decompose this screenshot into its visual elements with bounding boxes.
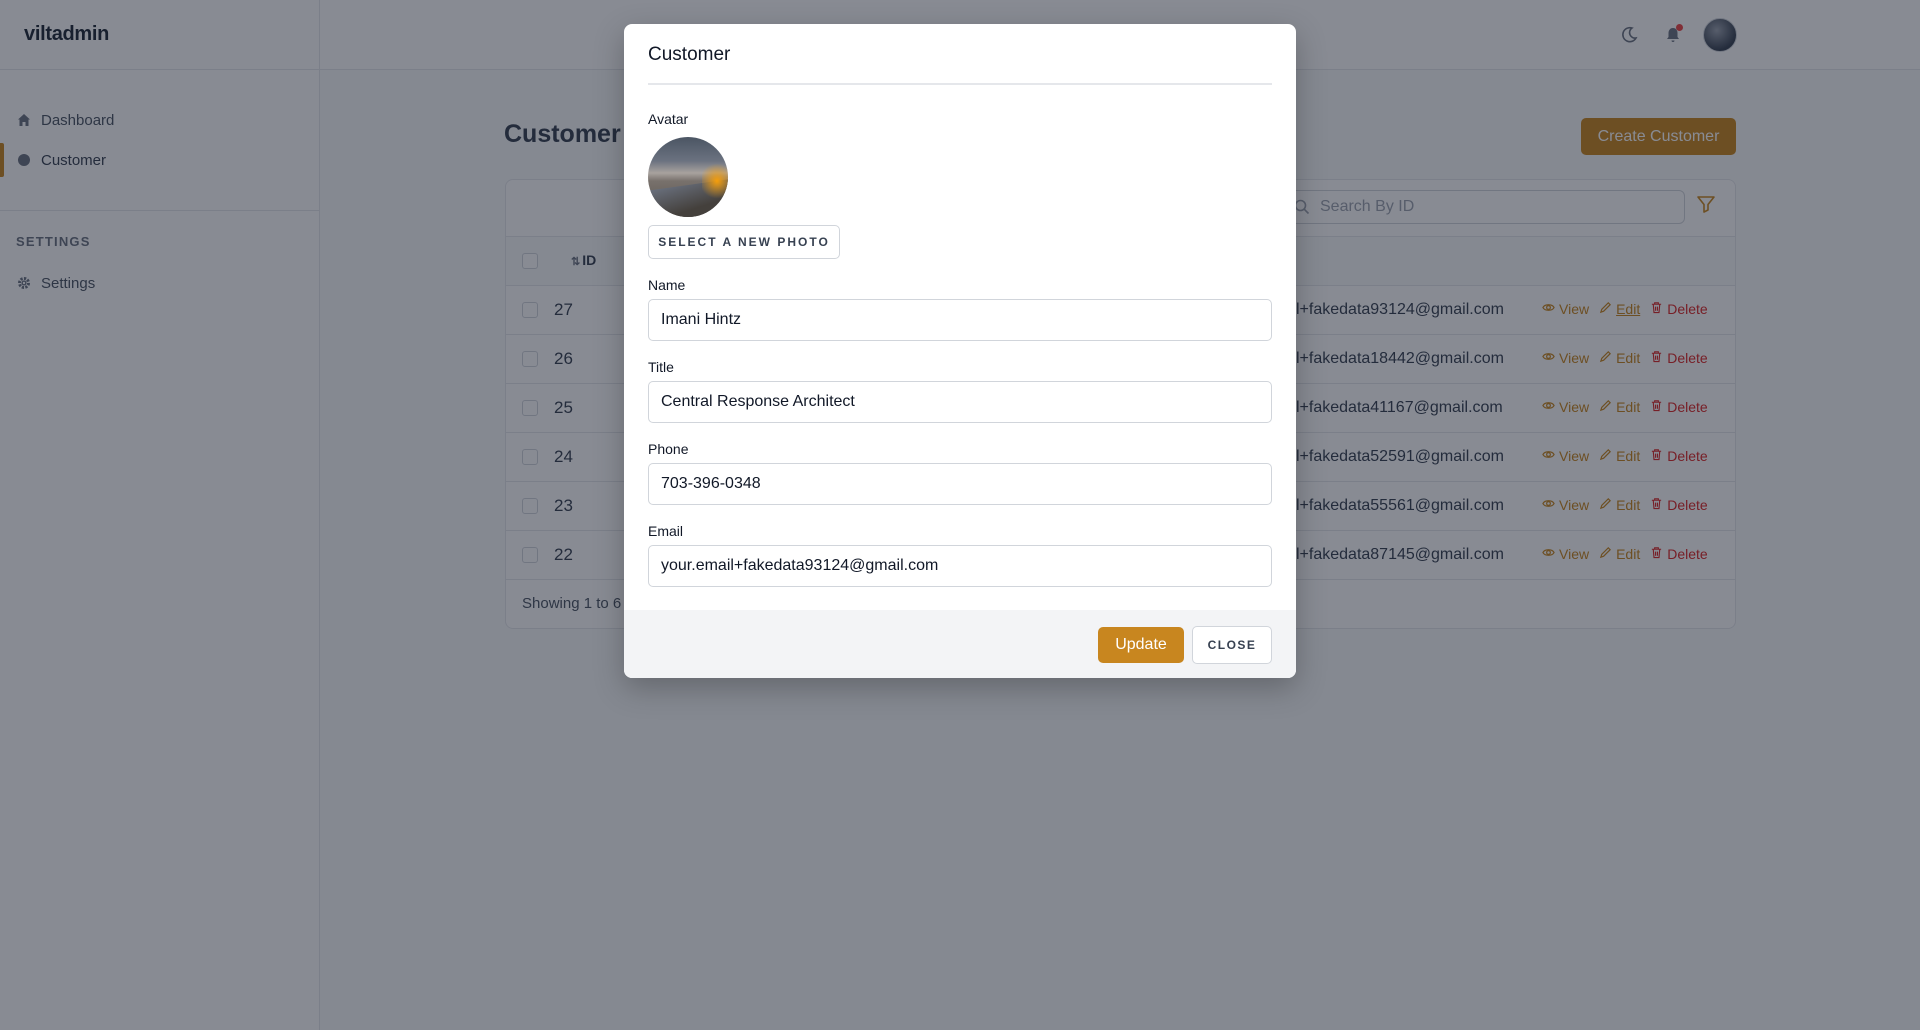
- phone-label: Phone: [648, 441, 689, 457]
- select-photo-button[interactable]: SELECT A NEW PHOTO: [648, 225, 840, 259]
- avatar-image: [648, 137, 728, 217]
- update-button[interactable]: Update: [1098, 627, 1184, 663]
- modal-footer: Update CLOSE: [624, 610, 1296, 678]
- phone-field[interactable]: 703-396-0348: [648, 463, 1272, 505]
- name-label: Name: [648, 277, 686, 293]
- avatar-label: Avatar: [648, 111, 689, 127]
- name-field[interactable]: Imani Hintz: [648, 299, 1272, 341]
- close-button[interactable]: CLOSE: [1192, 626, 1272, 664]
- modal-title: Customer: [648, 44, 731, 65]
- customer-modal: Customer Avatar SELECT A NEW PHOTO Name …: [624, 24, 1296, 678]
- modal-divider: [648, 83, 1272, 85]
- title-label: Title: [648, 359, 674, 375]
- email-field[interactable]: your.email+fakedata93124@gmail.com: [648, 545, 1272, 587]
- title-field[interactable]: Central Response Architect: [648, 381, 1272, 423]
- email-label: Email: [648, 523, 684, 539]
